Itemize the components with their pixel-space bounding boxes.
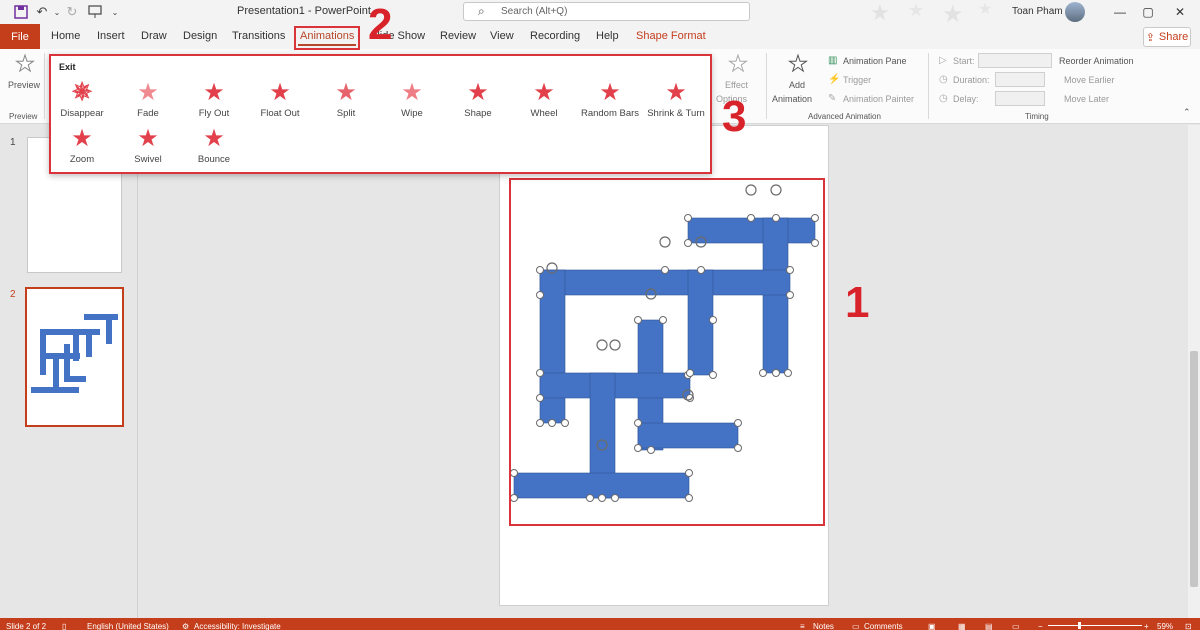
exit-effect-shape[interactable]: ★ Shape [440,80,516,124]
exit-effect-random-bars[interactable]: ★ Random Bars [572,80,648,124]
effect-label: Swivel [134,154,162,165]
bounce-icon: ★ [203,125,225,152]
exit-effect-float-out[interactable]: ★ Float Out [242,80,318,124]
step-marker-2: 2 [368,0,393,49]
effect-label: Disappear [60,108,104,119]
effect-label: Fade [137,108,159,119]
shrink-and-turn-icon: ★ [665,79,687,106]
effect-label: Fly Out [198,108,230,119]
exit-effect-bounce[interactable]: ★ Bounce [176,126,252,170]
animations-tab-highlight [294,26,360,50]
exit-effect-wipe[interactable]: ★ Wipe [374,80,450,124]
effect-label: Wheel [530,108,558,119]
effect-label: Random Bars [580,108,640,119]
exit-effect-fade[interactable]: ★ Fade [110,80,186,124]
step-marker-1: 1 [845,278,870,327]
shape-icon: ★ [467,79,489,106]
wipe-icon: ★ [401,79,423,106]
wheel-icon: ★ [533,79,555,106]
swivel-icon: ★ [137,125,159,152]
fly-out-icon: ★ [203,79,225,106]
gallery-section-title: Exit [59,62,76,72]
exit-effect-disappear[interactable]: ✵ Disappear [44,79,120,124]
disappear-icon: ✵ [71,79,93,106]
exit-animation-gallery: Exit ✵ Disappear ★ Fade ★ Fly Out ★ Floa… [49,54,712,174]
effect-label: Float Out [260,108,300,119]
exit-effect-shrink-and-turn[interactable]: ★ Shrink & Turn [638,80,714,124]
exit-effect-split[interactable]: ★ Split [308,80,384,124]
random-bars-icon: ★ [599,79,621,106]
fade-icon: ★ [137,79,159,106]
step-marker-3: 3 [722,92,747,141]
effect-label: Wipe [401,108,423,119]
exit-effect-swivel[interactable]: ★ Swivel [110,126,186,170]
effect-label: Zoom [69,154,95,165]
effect-label: Bounce [197,154,231,165]
exit-effect-wheel[interactable]: ★ Wheel [506,80,582,124]
exit-effect-fly-out[interactable]: ★ Fly Out [176,80,252,124]
effect-label: Shape [464,108,492,119]
exit-effect-zoom[interactable]: ★ Zoom [44,126,120,170]
float-out-icon: ★ [269,79,291,106]
zoom-icon: ★ [71,125,93,152]
effect-label: Split [336,108,356,119]
split-icon: ★ [335,79,357,106]
selection-highlight-box [509,178,825,526]
effect-label: Shrink & Turn [647,108,705,119]
